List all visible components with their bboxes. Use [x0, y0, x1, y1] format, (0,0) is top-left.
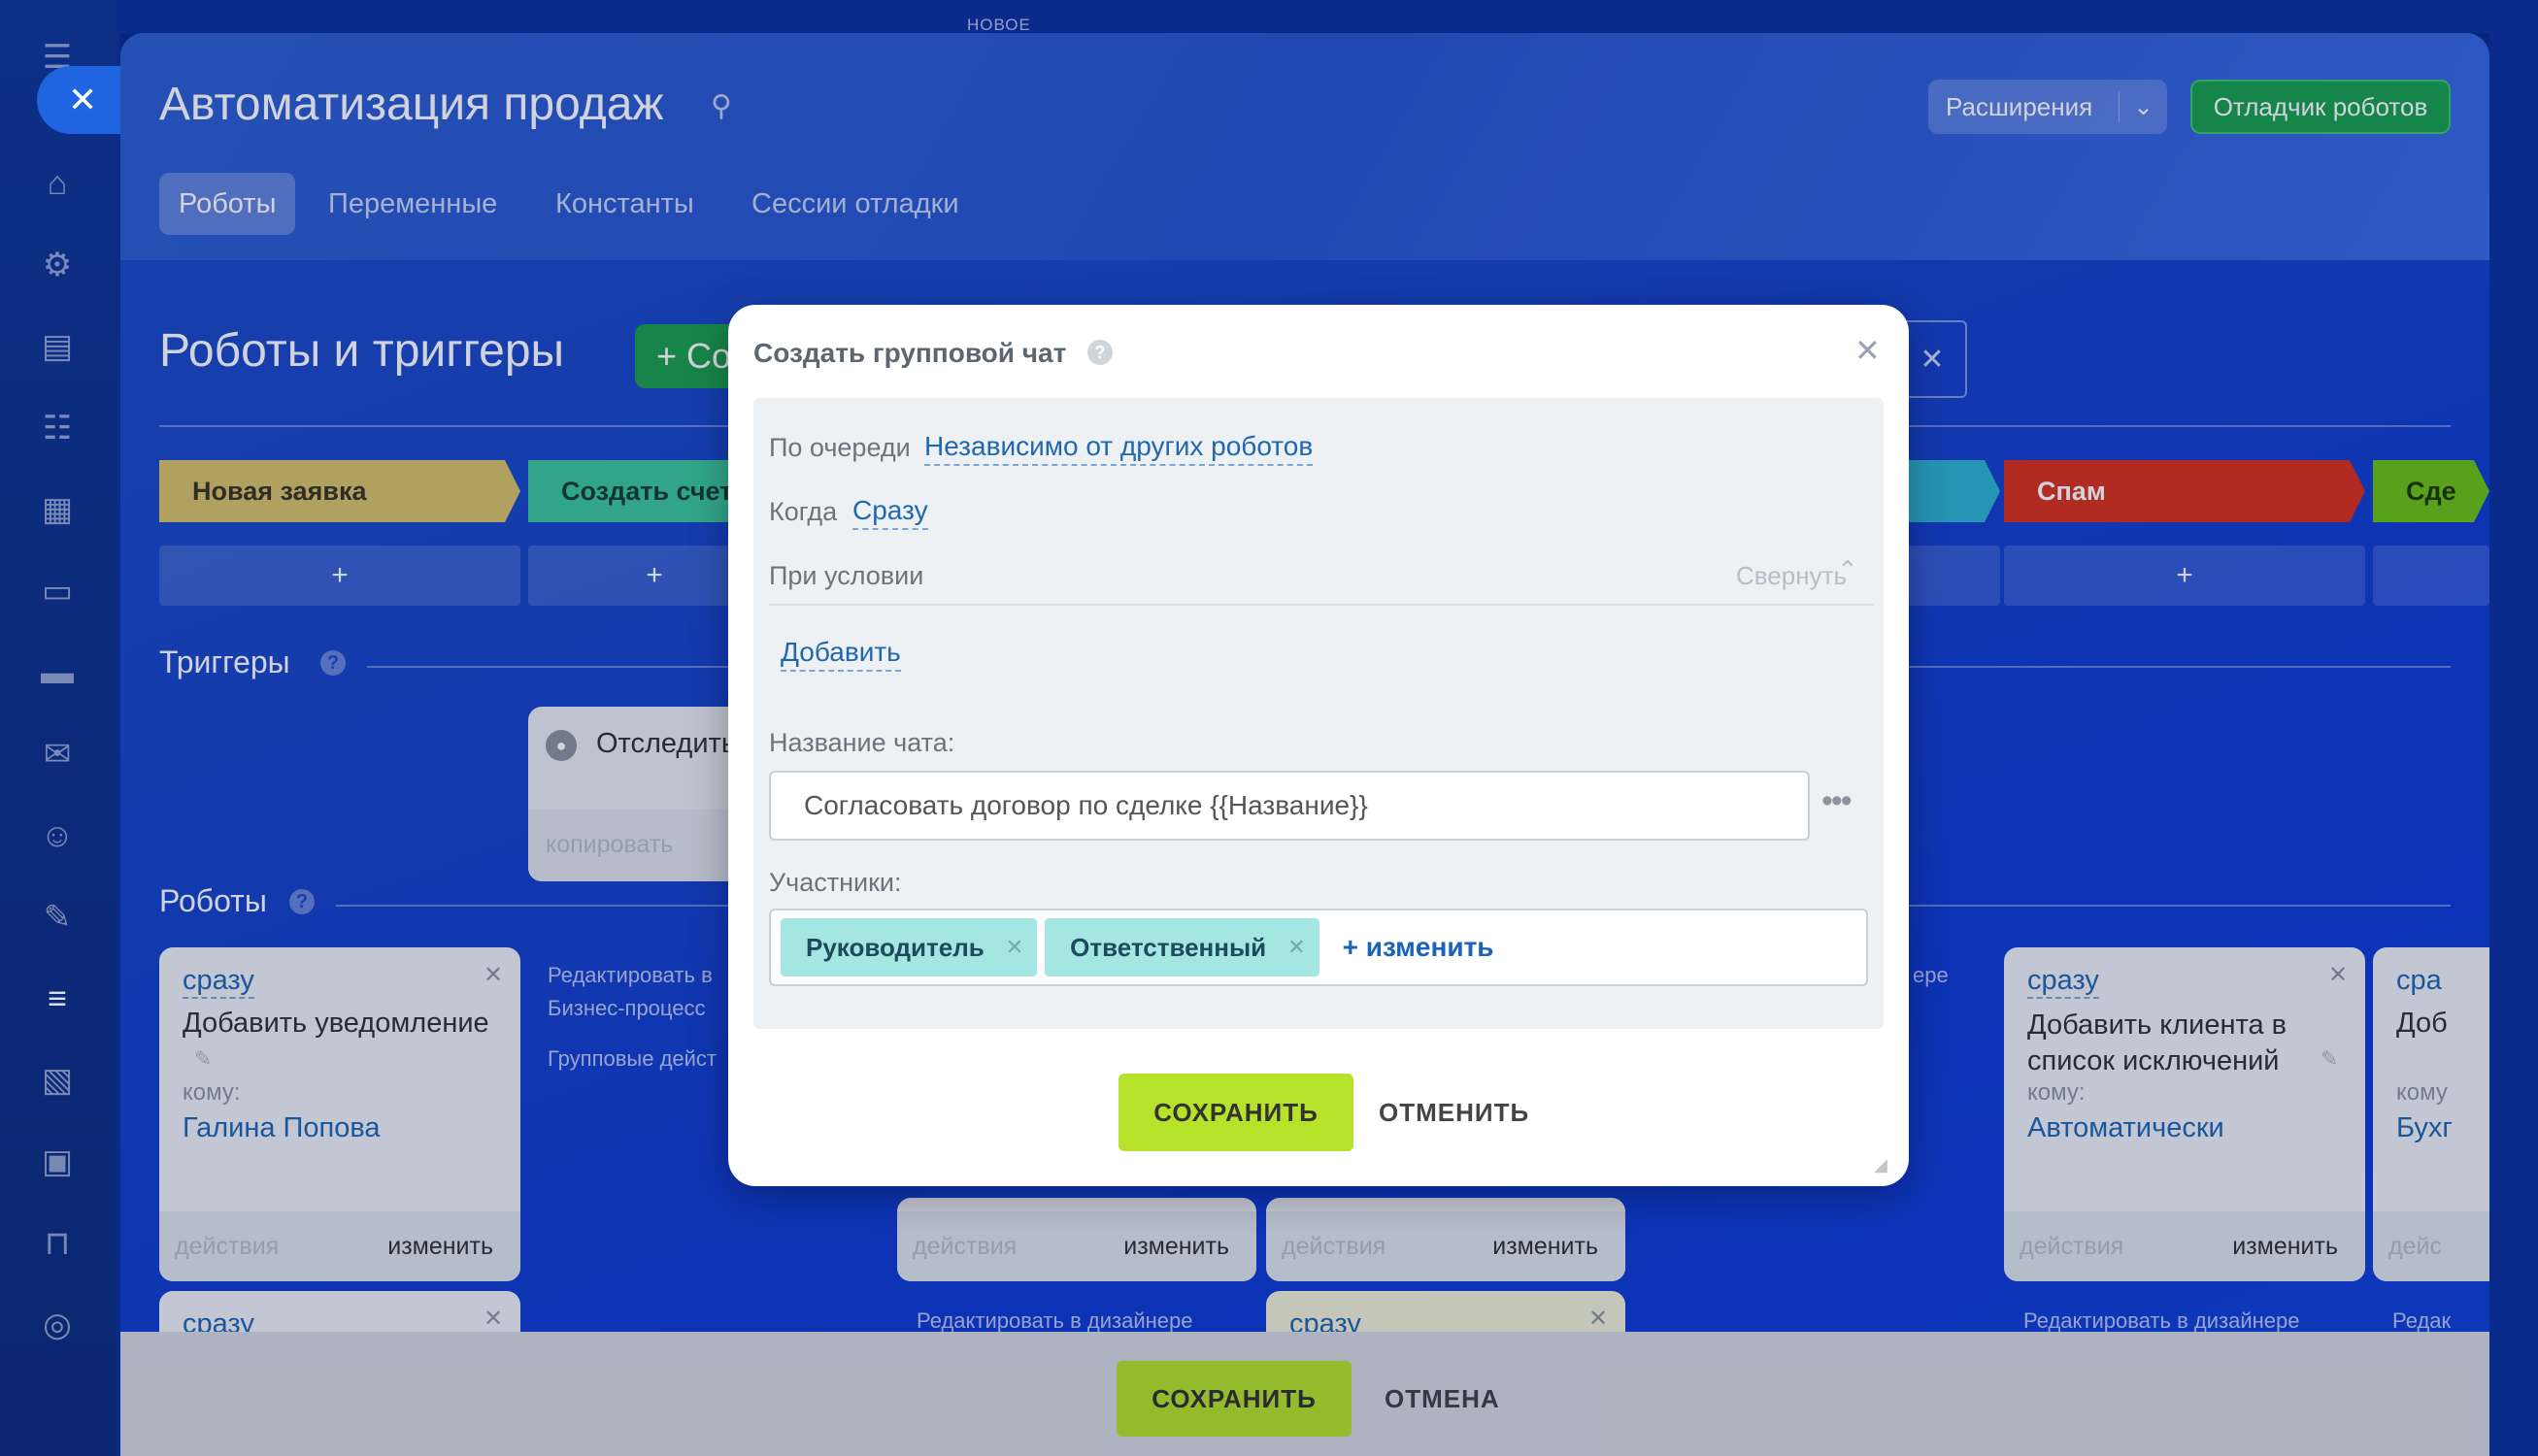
- docs-icon[interactable]: ▭: [35, 569, 80, 613]
- member-name: Ответственный: [1070, 932, 1267, 962]
- close-icon: ✕: [68, 80, 98, 119]
- cart-icon[interactable]: ⊓: [35, 1221, 80, 1266]
- edit-icon[interactable]: ✎: [35, 895, 80, 940]
- settings-icon[interactable]: ◎: [35, 1303, 80, 1347]
- more-icon[interactable]: •••: [1821, 782, 1853, 820]
- chevron-up-icon[interactable]: ⌃: [1837, 555, 1858, 585]
- members-label: Участники:: [769, 868, 902, 897]
- dialog-title: Создать групповой чат: [753, 338, 1067, 368]
- chat-name-input[interactable]: Согласовать договор по сделке {{Название…: [769, 771, 1810, 841]
- automation-icon[interactable]: ≡: [35, 976, 80, 1021]
- create-group-chat-dialog: Создать групповой чат ? ✕ По очереди Нез…: [728, 305, 1909, 1186]
- chat-name-wrap: Согласовать договор по сделке {{Название…: [769, 771, 1810, 841]
- condition-label: При условии: [769, 561, 924, 590]
- change-members-link[interactable]: + изменить: [1343, 932, 1494, 963]
- divider: [769, 604, 1874, 606]
- mail-icon[interactable]: ✉: [35, 732, 80, 777]
- queue-link[interactable]: Независимо от других роботов: [924, 431, 1314, 466]
- left-rail: ☰ ⌂ ⚙ ▤ ☷ ▦ ▭ ▬ ✉ ☺ ✎ ≡ ▧ ▣ ⊓ ◎: [0, 0, 117, 1456]
- tasks-icon[interactable]: ▤: [35, 324, 80, 369]
- close-slider-button[interactable]: ✕: [37, 66, 134, 134]
- dialog-cancel-button[interactable]: ОТМЕНИТЬ: [1379, 1074, 1529, 1151]
- dialog-body: По очереди Независимо от других роботов …: [753, 398, 1884, 1029]
- remove-icon[interactable]: ✕: [1287, 935, 1305, 960]
- chat-name-label: Название чата:: [769, 728, 955, 757]
- when-label: Когда: [769, 497, 838, 526]
- add-condition-link[interactable]: Добавить: [781, 637, 901, 672]
- inbox-icon[interactable]: ▣: [35, 1140, 80, 1184]
- close-icon[interactable]: ✕: [1854, 332, 1881, 369]
- home-icon[interactable]: ⌂: [35, 161, 80, 206]
- member-tag[interactable]: Ответственный ✕: [1045, 918, 1319, 976]
- help-icon[interactable]: ?: [1087, 340, 1113, 365]
- members-field[interactable]: Руководитель ✕ Ответственный ✕ + изменит…: [769, 909, 1868, 986]
- contacts-icon[interactable]: ☺: [35, 813, 80, 858]
- collapse-link[interactable]: Свернуть: [1736, 561, 1847, 591]
- forms-icon[interactable]: ▧: [35, 1058, 80, 1103]
- member-tag[interactable]: Руководитель ✕: [781, 918, 1038, 976]
- top-hint: НОВОЕ: [967, 16, 1031, 34]
- queue-label: По очереди: [769, 433, 911, 462]
- dialog-save-button[interactable]: СОХРАНИТЬ: [1119, 1074, 1353, 1151]
- member-name: Руководитель: [806, 932, 985, 962]
- when-link[interactable]: Сразу: [852, 495, 928, 530]
- remove-icon[interactable]: ✕: [1006, 935, 1023, 960]
- calendar-icon[interactable]: ▦: [35, 487, 80, 532]
- drive-icon[interactable]: ▬: [35, 650, 80, 695]
- chat-icon[interactable]: ☷: [35, 406, 80, 450]
- crm-icon[interactable]: ⚙: [35, 243, 80, 287]
- resize-handle-icon[interactable]: ◢: [1874, 1155, 1887, 1175]
